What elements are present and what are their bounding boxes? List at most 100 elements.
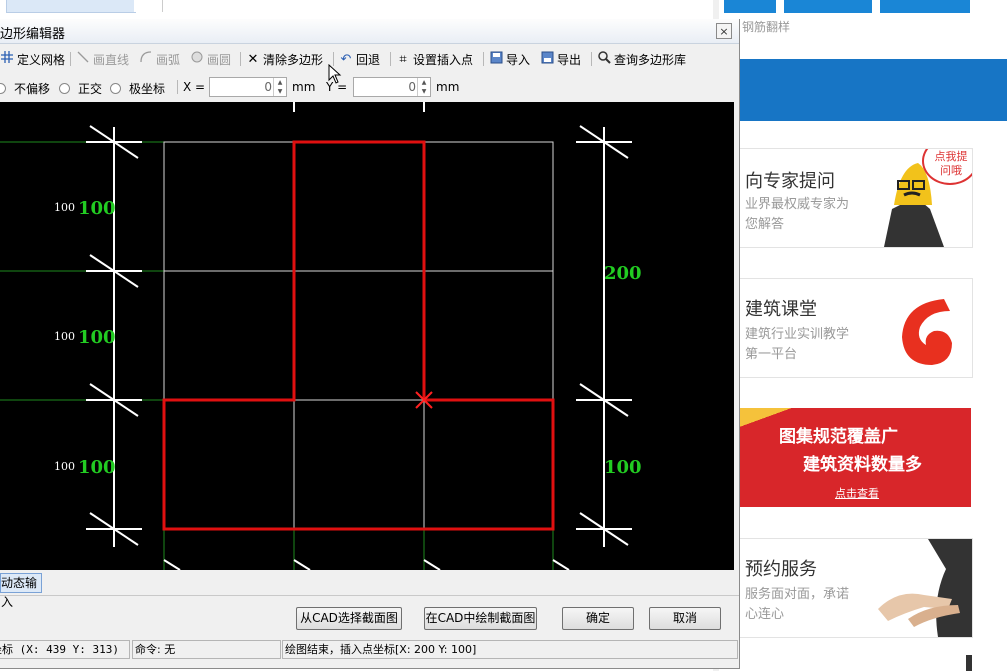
dimension-lines — [86, 102, 632, 570]
background-blue-button-1[interactable] — [724, 0, 776, 13]
import-button[interactable]: 导入 — [489, 50, 530, 68]
service-card-desc: 服务面对面，承诺心连心 — [745, 587, 850, 622]
define-grid-button[interactable]: 定义网格 — [0, 50, 65, 68]
mode-no-offset-label: 不偏移 — [14, 82, 51, 96]
clear-icon: ✕ — [247, 51, 259, 67]
row1-big-label: 100 — [78, 198, 116, 219]
undo-button[interactable]: ↶ 回退 — [339, 50, 380, 68]
options-row: 不偏移 正交 极坐标 X = 0 ▲ ▼ mm Y = 0 ▲ ▼ mm — [0, 75, 739, 101]
line-icon — [76, 51, 90, 67]
status-command: 命令: 无 — [132, 640, 281, 659]
circle-icon — [190, 51, 204, 67]
query-polygon-library-button[interactable]: 查询多边形库 — [597, 50, 686, 68]
service-card-title: 预约服务 — [745, 559, 817, 580]
import-label: 导入 — [506, 52, 531, 67]
draw-in-cad-button[interactable]: 在CAD中绘制截面图 — [424, 607, 537, 630]
expert-card[interactable]: 向专家提问 业界最权威专家为您解答 点我提问哦 — [739, 148, 973, 248]
polygon-editor-dialog: 边形编辑器 × 定义网格 画直线 画弧 画圆 ✕ 清除多边形 ↶ 回退 ⌗ 设置… — [0, 19, 740, 669]
toolbar-separator — [70, 52, 71, 66]
mouse-cursor-icon — [328, 64, 342, 84]
cancel-button[interactable]: 取消 — [649, 607, 721, 630]
close-button[interactable]: × — [716, 23, 732, 39]
clear-polygon-button[interactable]: ✕ 清除多边形 — [246, 50, 323, 68]
mode-polar-label: 极坐标 — [129, 82, 166, 96]
row1-small-label: 100 — [54, 201, 75, 214]
x-unit: mm — [292, 80, 316, 94]
handshake-icon — [878, 539, 972, 637]
expert-card-title: 向专家提问 — [745, 171, 835, 192]
course-card-desc: 建筑行业实训教学第一平台 — [745, 327, 850, 362]
x-label: X = — [183, 80, 206, 94]
x-value: 0 — [264, 80, 272, 94]
background-tab-2[interactable] — [134, 0, 163, 12]
draw-line-button[interactable]: 画直线 — [76, 50, 129, 68]
status-coordinates: 坐标 (X: 439 Y: 313) — [0, 640, 130, 659]
select-from-cad-button[interactable]: 从CAD选择截面图 — [296, 607, 402, 630]
radio-icon[interactable] — [59, 83, 70, 94]
set-insert-point-label: 设置插入点 — [413, 52, 474, 67]
row3-small-label: 100 — [54, 460, 75, 473]
toolbar: 定义网格 画直线 画弧 画圆 ✕ 清除多边形 ↶ 回退 ⌗ 设置插入点 导入 导… — [0, 44, 739, 72]
toolbar-separator — [390, 52, 391, 66]
export-button[interactable]: 导出 — [540, 50, 581, 68]
mode-orthogonal[interactable]: 正交 — [59, 80, 102, 97]
banner-line2: 建筑资料数量多 — [803, 455, 922, 475]
row2-small-label: 100 — [54, 330, 75, 343]
draw-arc-button[interactable]: 画弧 — [139, 50, 180, 68]
export-icon — [540, 51, 554, 68]
drawing-canvas[interactable]: 100 100 100 100 100 100 200 100 — [0, 102, 734, 570]
toolbar-separator — [240, 52, 241, 66]
radio-icon[interactable] — [110, 83, 121, 94]
row3-big-label: 100 — [78, 457, 116, 478]
button-row-divider — [0, 595, 739, 596]
insert-point-icon: ⌗ — [399, 51, 407, 67]
row2-big-label: 100 — [78, 327, 116, 348]
clear-polygon-label: 清除多边形 — [263, 52, 324, 67]
right-bottom-label: 100 — [604, 457, 642, 478]
mode-orthogonal-label: 正交 — [78, 82, 103, 96]
title-bar[interactable]: 边形编辑器 × — [0, 19, 739, 44]
expert-card-desc: 业界最权威专家为您解答 — [745, 197, 850, 232]
query-polygon-library-label: 查询多边形库 — [614, 52, 687, 67]
draw-line-label: 画直线 — [93, 52, 130, 67]
set-insert-point-button[interactable]: ⌗ 设置插入点 — [396, 50, 473, 68]
define-grid-label: 定义网格 — [17, 52, 66, 67]
service-card[interactable]: 预约服务 服务面对面，承诺心连心 — [739, 538, 973, 638]
background-blue-button-2[interactable] — [784, 0, 872, 13]
dialog-title: 边形编辑器 — [0, 27, 66, 42]
x-spinner-icon[interactable]: ▲ ▼ — [273, 78, 286, 96]
ask-bubble-text: 点我提问哦 — [934, 150, 968, 177]
x-input[interactable]: 0 ▲ ▼ — [209, 77, 287, 97]
background-blue-button-3[interactable] — [880, 0, 970, 13]
polygon-shape[interactable] — [162, 140, 555, 531]
toolbar-separator — [591, 52, 592, 66]
radio-icon[interactable] — [0, 83, 6, 94]
draw-circle-label: 画圆 — [207, 52, 232, 67]
dynamic-input-tab[interactable]: 动态输入 — [0, 573, 42, 609]
banner-link[interactable]: 点击查看 — [835, 485, 879, 501]
arc-icon — [139, 51, 153, 67]
mode-polar[interactable]: 极坐标 — [110, 80, 165, 97]
right-top-label: 200 — [604, 263, 642, 284]
mode-no-offset[interactable]: 不偏移 — [0, 80, 50, 97]
course-card[interactable]: 建筑课堂 建筑行业实训教学第一平台 — [739, 278, 973, 378]
canvas-drawing[interactable]: 100 100 100 100 100 100 200 100 — [0, 102, 734, 570]
y-input[interactable]: 0 ▲ ▼ — [353, 77, 431, 97]
promo-banner[interactable]: 图集规范覆盖广 建筑资料数量多 点击查看 — [739, 408, 971, 507]
background-tab[interactable] — [6, 0, 136, 13]
course-card-title: 建筑课堂 — [745, 299, 817, 320]
background-button-label[interactable]: 钢筋翻样 — [742, 18, 790, 35]
y-value: 0 — [408, 80, 416, 94]
background-corner — [966, 655, 972, 671]
search-icon — [597, 50, 611, 68]
grid-icon — [0, 51, 14, 67]
y-spinner-icon[interactable]: ▲ ▼ — [417, 78, 430, 96]
status-message: 绘图结束，插入点坐标[X: 200 Y: 100] — [282, 640, 738, 659]
ok-button[interactable]: 确定 — [562, 607, 634, 630]
draw-arc-label: 画弧 — [156, 52, 181, 67]
toolbar-separator — [483, 52, 484, 66]
undo-label: 回退 — [356, 52, 381, 67]
y-unit: mm — [436, 80, 460, 94]
course-logo-icon — [891, 295, 963, 367]
draw-circle-button[interactable]: 画圆 — [190, 50, 231, 68]
